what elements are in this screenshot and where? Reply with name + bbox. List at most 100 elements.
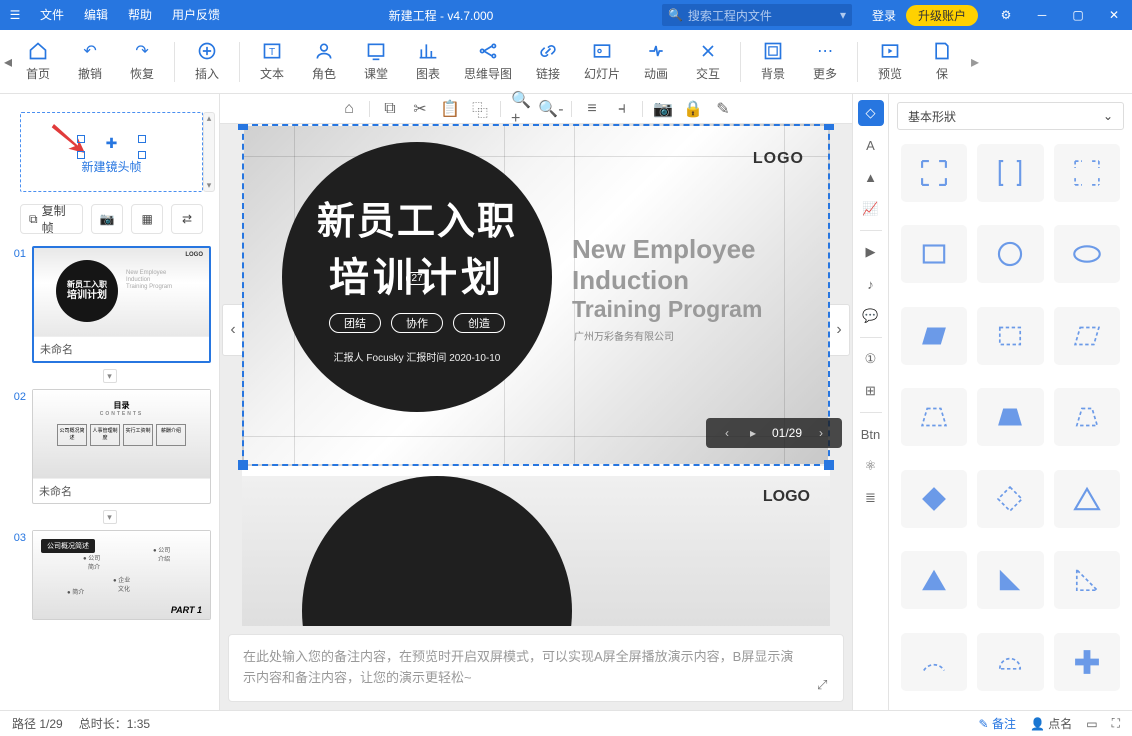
login-link[interactable]: 登录 [862,7,906,24]
toolbar-text[interactable]: T文本 [246,37,298,86]
slide-group-icon[interactable]: ▾ [103,510,117,524]
expand-icon[interactable]: ⤢ [817,675,833,691]
shape-trapezoid-dashed[interactable] [901,388,967,446]
duplicate-icon[interactable]: ⿻ [470,99,490,119]
menu-edit[interactable]: 编辑 [74,0,118,30]
toolbar-scroll-right[interactable]: ▸ [968,52,982,72]
pager-play[interactable]: ▸ [746,426,760,440]
next-slide-button[interactable]: › [828,304,850,356]
camera-button[interactable]: 📷 [91,204,123,234]
menu-help[interactable]: 帮助 [118,0,162,30]
logo-text[interactable]: LOGO [753,150,804,168]
shape-frame-dashed[interactable] [1054,144,1120,202]
shape-frame-solid[interactable] [901,144,967,202]
settings-icon[interactable]: ⚙ [988,0,1024,30]
grid-tab[interactable]: ⊞ [858,378,884,404]
video-tab[interactable]: ▶ [858,239,884,265]
english-title[interactable]: New Employee Induction Training Program [572,234,762,323]
shape-triangle-outline[interactable] [1054,470,1120,528]
shape-circle[interactable] [977,225,1043,283]
present-icon[interactable]: ▭ [1086,717,1097,731]
shape-arc-dashed[interactable] [901,633,967,691]
zoom-out-icon[interactable]: 🔍- [541,99,561,119]
shape-category-select[interactable]: 基本形狀 ⌄ [897,102,1124,130]
shape-cross-solid[interactable] [1054,633,1120,691]
cut-icon[interactable]: ✂ [410,99,430,119]
canvas-viewport[interactable]: ‹ › LOGO 新员工入职 27 培训计划 团结 协作 创造 [220,124,852,626]
shapes-tab[interactable]: ◇ [858,100,884,126]
notes-toggle[interactable]: ✎ 备注 [979,715,1016,732]
toolbar-redo[interactable]: ↷恢复 [116,37,168,86]
roll-call-button[interactable]: 👤 点名 [1030,715,1072,732]
toolbar-anim[interactable]: 动画 [630,37,682,86]
toolbar-save[interactable]: 保 [916,37,968,86]
new-frame-button[interactable]: ✚ 新建镜头帧 [20,112,203,192]
transition-button[interactable]: ⇄ [171,204,203,234]
shape-right-triangle-dashed[interactable] [1054,551,1120,609]
shape-triangle-solid[interactable] [901,551,967,609]
maximize-button[interactable]: ▢ [1060,0,1096,30]
pager-next[interactable]: › [814,426,828,440]
align-icon[interactable]: ≡ [582,99,602,119]
search-input[interactable]: 🔍 搜索工程内文件 ▾ [662,4,852,26]
shape-diamond-dashed[interactable] [977,470,1043,528]
toolbar-preview[interactable]: 预览 [864,37,916,86]
toolbar-link[interactable]: 链接 [522,37,574,86]
toolbar-mindmap[interactable]: 思维导图 [454,37,522,86]
copy-frame-button[interactable]: ⧉复制帧 [20,204,83,234]
layers-tab[interactable]: ≣ [858,485,884,511]
menu-feedback[interactable]: 用户反馈 [162,0,230,30]
comment-tab[interactable]: 💬 [858,303,884,329]
shape-right-triangle-solid[interactable] [977,551,1043,609]
shape-rect[interactable] [901,225,967,283]
snapshot-icon[interactable]: 📷 [653,99,673,119]
toolbar-interact[interactable]: 交互 [682,37,734,86]
slide-thumbnail[interactable]: 01 LOGO新员工入职培训计划New EmployeeInductionTra… [8,246,211,363]
button-tab[interactable]: Btn [858,421,884,447]
slide-group-icon[interactable]: ▾ [103,369,117,383]
audio-tab[interactable]: ♪ [858,271,884,297]
notes-input[interactable]: 在此处输入您的备注内容，在预览时开启双屏模式，可以实现A屏全屏播放演示内容，B屏… [228,634,844,702]
toolbar-insert[interactable]: 插入 [181,37,233,86]
toolbar-bg[interactable]: 背景 [747,37,799,86]
shape-parallelogram-solid[interactable] [901,307,967,365]
number-tab[interactable]: ① [858,346,884,372]
zoom-in-icon[interactable]: 🔍+ [511,99,531,119]
shape-half-circle-dashed[interactable] [977,633,1043,691]
toolbar-slide[interactable]: 幻灯片 [574,37,630,86]
close-button[interactable]: ✕ [1096,0,1132,30]
shape-bracket[interactable] [977,144,1043,202]
shape-trapezoid-solid[interactable] [977,388,1043,446]
toolbar-scroll-left[interactable]: ◂ [4,52,12,72]
toolbar-chart[interactable]: 图表 [402,37,454,86]
upgrade-button[interactable]: 升级账户 [906,5,978,26]
fullscreen-icon[interactable]: ⛶ [1112,716,1120,731]
shape-rect-dashed[interactable] [977,307,1043,365]
lock-icon[interactable]: 🔒 [683,99,703,119]
toolbar-role[interactable]: 角色 [298,37,350,86]
prev-slide-button[interactable]: ‹ [222,304,244,356]
company-text[interactable]: 广州万彩备务有限公司 [574,328,674,343]
paste-icon[interactable]: 📋 [440,99,460,119]
slide-thumbnail[interactable]: 03 公司概况简述 PART 1 ● 公司 简介 ● 企业 文化 ● 公司 介绍… [8,530,211,620]
toolbar-undo[interactable]: ↶撤销 [64,37,116,86]
shape-ellipse[interactable] [1054,225,1120,283]
pager-prev[interactable]: ‹ [720,426,734,440]
minimize-button[interactable]: ─ [1024,0,1060,30]
title-circle[interactable]: 新员工入职 27 培训计划 团结 协作 创造 汇报人 Focusky 汇报时间 … [282,142,552,412]
shape-trapezoid-outline-dashed[interactable] [1054,388,1120,446]
atom-tab[interactable]: ⚛ [858,453,884,479]
image-tab[interactable]: ▲ [858,164,884,190]
chart-tab[interactable]: 📈 [858,196,884,222]
edit-icon[interactable]: ✎ [713,99,733,119]
home-view-icon[interactable]: ⌂ [339,99,359,119]
shape-diamond-solid[interactable] [901,470,967,528]
toolbar-class[interactable]: 课堂 [350,37,402,86]
distribute-icon[interactable]: ⫞ [612,99,632,119]
slide-thumbnail[interactable]: 02 目录CONTENTS 公司概况简述人事管理制度实行工资制薪酬介绍 未命名 [8,389,211,504]
sidebar-scrollbar[interactable]: ▴▾ [203,112,215,192]
slide-canvas[interactable]: LOGO 新员工入职 27 培训计划 团结 协作 创造 汇报人 Focusky … [242,124,830,466]
toolbar-home[interactable]: 首页 [12,37,64,86]
copy-icon[interactable]: ⧉ [380,99,400,119]
text-tab[interactable]: A [858,132,884,158]
